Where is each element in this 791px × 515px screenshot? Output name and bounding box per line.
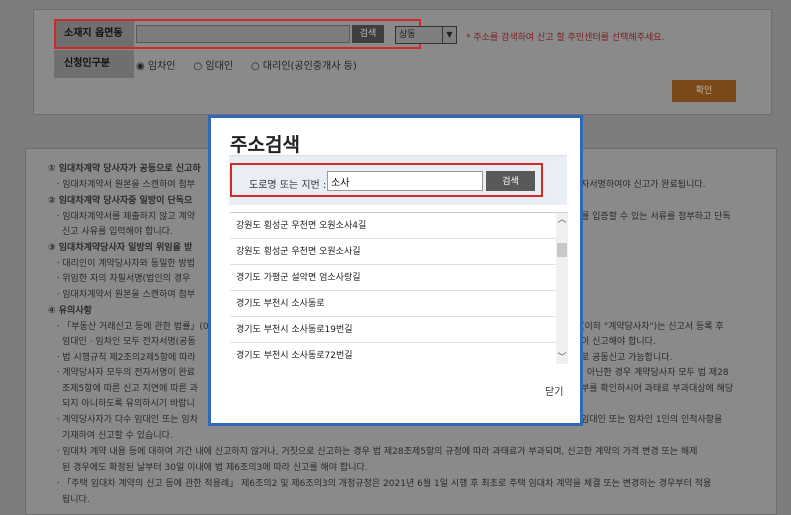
list-item[interactable]: 경기도 가평군 설악면 엄소사랑길	[230, 265, 556, 291]
notice-line: ㆍ임대차계약서 원본을 스캔하여 첨부	[54, 180, 196, 190]
list-item[interactable]: 경기도 부천시 소사동로72번길	[230, 343, 556, 364]
notice-line: ㆍ「부동산 거래신고 등에 관한 법률」(0	[54, 322, 209, 332]
close-link[interactable]: 닫기	[545, 383, 563, 398]
location-search-button[interactable]: 검색	[352, 25, 384, 43]
notice-line: ㆍ「주택 임대차 계약의 신고 등에 관한 적용례」 제6조의2 및 제6조의3…	[54, 479, 712, 489]
notice-line-right: 임대인 또는 임차인 1인의 인적사항을	[581, 415, 723, 425]
applicant-row: 신청인구분	[54, 50, 134, 78]
district-select-value: 상동	[399, 30, 416, 40]
notice-line-right: 로 공동신고 가능합니다.	[581, 353, 673, 363]
notice-line: 되지 아니하도록 유의하시기 바랍니	[62, 399, 195, 409]
scroll-thumb[interactable]	[557, 243, 567, 257]
applicant-radios: ◉ 임차인 ○ 임대인 ○ 대리인(공인중개사 등)	[136, 57, 357, 72]
applicant-label: 신청인구분	[54, 50, 134, 78]
address-search-modal: 주소검색 도로명 또는 지번 : 검색 강원도 횡성군 우천면 오원소사4길 강…	[208, 115, 583, 426]
notice-line: ㆍ임대차 계약 내용 등에 대하여 기간 내에 신고하지 않거나, 거짓으로 신…	[54, 447, 698, 457]
confirm-button[interactable]: 확인	[672, 80, 736, 102]
chevron-down-icon[interactable]: ﹀	[556, 351, 568, 364]
notice-line-right: 이 신고해야 합니다.	[581, 337, 656, 347]
district-select[interactable]: 상동 ▼	[395, 26, 457, 44]
results-list: 강원도 횡성군 우천면 오원소사4길 강원도 횡성군 우천면 오원소사길 경기도…	[230, 212, 568, 364]
notice-line: 조제5항에 따른 신고 지연에 따른 과	[62, 384, 198, 394]
radio-landlord[interactable]: ○ 임대인	[194, 57, 234, 72]
radio-agent[interactable]: ○ 대리인(공인중개사 등)	[251, 57, 357, 72]
location-hint: * 주소를 검색하여 신고 할 주민센터를 선택해주세요.	[466, 33, 665, 43]
road-label: 도로명 또는 지번 :	[249, 180, 327, 191]
notice-line: ③ 임대차계약당사자 일방의 위임을 받	[48, 243, 193, 253]
notice-line: ② 임대차계약 당사자중 일방이 단독으	[48, 196, 193, 206]
chevron-up-icon[interactable]: ︿	[556, 213, 568, 227]
notice-line: ㆍ위임한 자의 자필서명(법인의 경우	[54, 274, 191, 284]
notice-line: 기재하여 신고할 수 있습니다.	[62, 431, 173, 441]
notice-line: ㆍ계약당사자 모두의 전자서명이 완료	[54, 368, 196, 378]
notice-line-right: | 아닌한 경우 계약당사자 모두 법 제28	[581, 368, 729, 378]
notice-line: 신고 사유를 입력해야 합니다.	[62, 227, 173, 237]
list-item[interactable]: 강원도 횡성군 우천면 오원소사4길	[230, 213, 556, 239]
notice-line: ㆍ법 시행규칙 제2조의2제5항에 따라	[54, 353, 196, 363]
notice-line: 임대인 · 임차인 모두 전자서명(공동	[62, 337, 196, 347]
results-scrollbar[interactable]: ︿ ﹀	[556, 213, 568, 364]
notice-line: ㆍ임대차계약서 원본을 스캔하여 첨부	[54, 290, 196, 300]
list-item[interactable]: 강원도 횡성군 우천면 오원소사길	[230, 239, 556, 265]
notice-line-right: (이하 "계약당사자")는 신고서 등록 후	[581, 322, 724, 332]
location-label: 소재지 읍면동	[54, 20, 134, 48]
modal-title: 주소검색	[230, 134, 300, 156]
chevron-down-icon: ▼	[442, 27, 456, 43]
notice-line: 된 경우에도 확정된 날부터 30일 이내에 법 제6조의3에 따라 신고를 해…	[62, 463, 368, 473]
notice-line-right: 부를 확인하시어 과태료 부과대상에 해당	[581, 384, 734, 394]
radio-tenant[interactable]: ◉ 임차인	[136, 57, 176, 72]
notice-line: ④ 유의사항	[48, 306, 92, 316]
notice-line: 됩니다.	[62, 495, 90, 505]
notice-line: ㆍ임대차계약서를 제출하지 않고 계약	[54, 212, 196, 222]
location-input[interactable]	[136, 25, 350, 43]
road-input[interactable]	[327, 171, 483, 191]
notice-line-right: 를 입증할 수 있는 서류를 첨부하고 단독	[581, 212, 731, 222]
location-row: 소재지 읍면동	[54, 20, 134, 48]
list-item[interactable]: 경기도 부천시 소사동로	[230, 291, 556, 317]
notice-line-right: 자서명하여야 신고가 완료됩니다.	[581, 180, 706, 190]
notice-line: ① 임대차계약 당사자가 공동으로 신고하	[48, 164, 201, 174]
notice-line: ㆍ계약당사자가 다수 임대인 또는 임차	[54, 415, 198, 425]
notice-line: ㆍ대리인이 계약당사자와 동일한 방법	[54, 259, 196, 269]
search-button[interactable]: 검색	[486, 171, 535, 191]
list-item[interactable]: 경기도 부천시 소사동로19번길	[230, 317, 556, 343]
address-form: 소재지 읍면동 검색 상동 ▼ * 주소를 검색하여 신고 할 주민센터를 선택…	[33, 9, 772, 115]
